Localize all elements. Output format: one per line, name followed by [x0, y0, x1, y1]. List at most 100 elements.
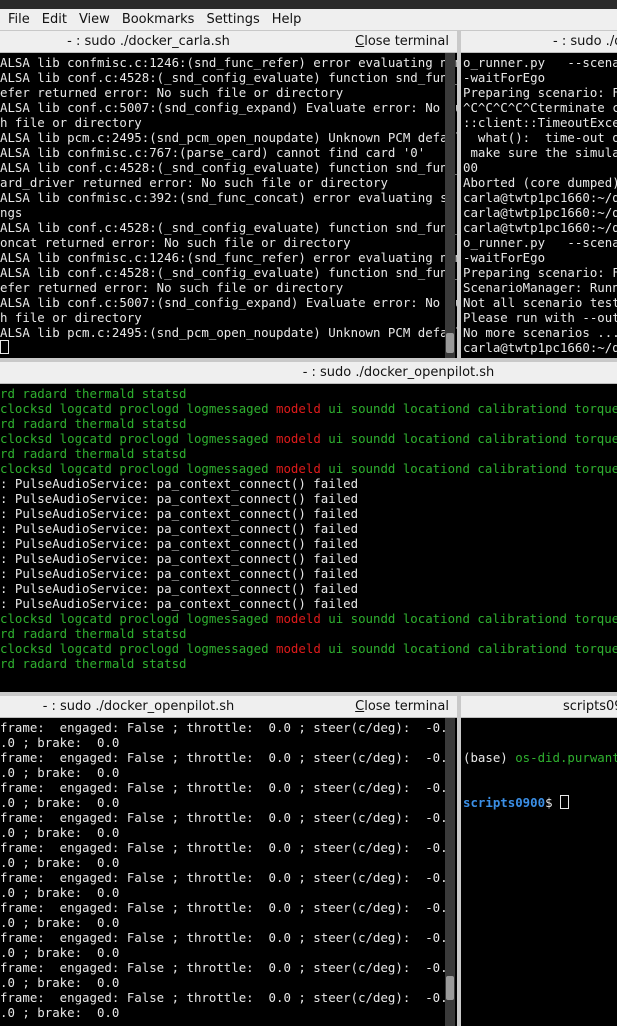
- terminal-line: h file or directory: [0, 310, 457, 325]
- terminal-pane-openpilot-top[interactable]: - : sudo ./docker_openpilot.sh rd radard…: [0, 362, 617, 692]
- terminal-text: ALSA lib conf.c:5007:(snd_config_expand)…: [0, 100, 457, 115]
- terminal-text: frame: engaged: False ; throttle: 0.0 ; …: [0, 870, 457, 885]
- terminal-text: ui soundd locationd calibrationd torqued…: [328, 461, 617, 476]
- scrollbar[interactable]: [445, 53, 455, 358]
- terminal-line: : PulseAudioService: pa_context_connect(…: [0, 581, 617, 596]
- terminal-text: ALSA lib pcm.c:2495:(snd_pcm_open_noupda…: [0, 325, 457, 340]
- text-cursor: [559, 795, 569, 809]
- terminal-text: rd radard thermald statsd: [0, 656, 187, 671]
- terminal-line: : PulseAudioService: pa_context_connect(…: [0, 521, 617, 536]
- terminal-line: .0 ; brake: 0.0: [0, 945, 457, 960]
- terminal-line: o_runner.py --scenar: [463, 235, 617, 250]
- terminal-text: .0 ; brake: 0.0: [0, 945, 120, 960]
- close-terminal-label: lose terminal: [364, 34, 449, 49]
- terminal-output[interactable]: rd radard thermald statsd clocksd logcatd…: [0, 384, 617, 692]
- menu-edit[interactable]: Edit: [36, 9, 73, 30]
- terminal-text: efer returned error: No such file or dir…: [0, 85, 344, 100]
- terminal-text: make sure the simulat: [463, 145, 617, 160]
- terminal-line: .0 ; brake: 0.0: [0, 735, 457, 750]
- terminal-line: .0 ; brake: 0.0: [0, 825, 457, 840]
- menu-bookmarks[interactable]: Bookmarks: [116, 9, 201, 30]
- terminal-output[interactable]: o_runner.py --scenar -waitForEgo Preparing…: [461, 53, 617, 358]
- terminal-text: frame: engaged: False ; throttle: 0.0 ; …: [0, 960, 457, 975]
- terminal-titlebar: - : sudo ./docker_openpilot.sh: [0, 362, 617, 384]
- terminal-text: frame: engaged: False ; throttle: 0.0 ; …: [0, 930, 457, 945]
- terminal-line: o_runner.py --scenar: [463, 55, 617, 70]
- close-terminal-button[interactable]: Close terminal: [355, 31, 449, 52]
- terminal-text: .0 ; brake: 0.0: [0, 855, 120, 870]
- terminal-line: .0 ; brake: 0.0: [0, 975, 457, 990]
- terminal-text: clocksd logcatd proclogd logmessaged: [0, 401, 277, 416]
- terminal-text: ngs: [0, 205, 23, 220]
- terminal-line: clocksd logcatd proclogd logmessaged mod…: [0, 641, 617, 656]
- terminal-pane-carla[interactable]: - : sudo ./docker_carla.sh Close termina…: [0, 31, 457, 358]
- terminal-text: o_runner.py --scenar: [463, 235, 617, 250]
- terminal-line: clocksd logcatd proclogd logmessaged mod…: [0, 431, 617, 446]
- terminal-titlebar: - : sudo ./d: [461, 31, 617, 53]
- terminal-line: efer returned error: No such file or dir…: [0, 280, 457, 295]
- terminal-line: Preparing scenario: Fo: [463, 265, 617, 280]
- terminal-output[interactable]: frame: engaged: False ; throttle: 0.0 ; …: [0, 718, 457, 1026]
- terminal-line: ^C^C^C^C^Cterminate ca: [463, 100, 617, 115]
- terminal-text: clocksd logcatd proclogd logmessaged: [0, 431, 277, 446]
- terminal-line: frame: engaged: False ; throttle: 0.0 ; …: [0, 900, 457, 915]
- terminal-line: oncat returned error: No such file or di…: [0, 235, 457, 250]
- terminal-text: rd radard thermald statsd: [0, 626, 187, 641]
- terminal-text: carla@twtp1pc1660:~/de: [463, 220, 617, 235]
- terminal-line: carla@twtp1pc1660:~/de: [463, 205, 617, 220]
- terminal-line: ALSA lib conf.c:5007:(snd_config_expand)…: [0, 100, 457, 115]
- terminal-line: : PulseAudioService: pa_context_connect(…: [0, 476, 617, 491]
- terminal-text: ui soundd locationd calibrationd torqued…: [328, 641, 617, 656]
- menu-help[interactable]: Help: [266, 9, 308, 30]
- terminal-line: Please run with --outp: [463, 310, 617, 325]
- terminal-line: h file or directory: [0, 115, 457, 130]
- terminal-text: : PulseAudioService: pa_context_connect(…: [0, 566, 359, 581]
- terminal-line: -waitForEgo: [463, 70, 617, 85]
- terminal-text: o_runner.py --scenar: [463, 55, 617, 70]
- menu-file[interactable]: File: [0, 9, 36, 30]
- terminal-text: what(): time-out of: [463, 130, 617, 145]
- terminal-text: Preparing scenario: Fo: [463, 85, 617, 100]
- terminal-text: rd radard thermald statsd: [0, 446, 187, 461]
- terminal-line: -waitForEgo: [463, 250, 617, 265]
- terminal-text: modeld: [276, 431, 321, 446]
- terminal-title: - : sudo ./docker_openpilot.sh: [42, 699, 235, 714]
- terminal-line: frame: engaged: False ; throttle: 0.0 ; …: [0, 720, 457, 735]
- menu-view[interactable]: View: [73, 9, 116, 30]
- terminal-line: frame: engaged: False ; throttle: 0.0 ; …: [0, 840, 457, 855]
- terminal-line: rd radard thermald statsd: [0, 656, 617, 671]
- terminal-text: Please run with --outp: [463, 310, 617, 325]
- terminal-pane-openpilot-bottom[interactable]: - : sudo ./docker_openpilot.sh Close ter…: [0, 696, 457, 1026]
- terminal-output[interactable]: (base) os-did.purwanto scripts0900$: [461, 718, 617, 1026]
- terminal-text: rd radard thermald statsd: [0, 386, 187, 401]
- terminal-line: ALSA lib conf.c:4528:(_snd_config_evalua…: [0, 70, 457, 85]
- terminal-pane-scenario-runner[interactable]: - : sudo ./d o_runner.py --scenar -waitFo…: [461, 31, 617, 358]
- terminal-line: ALSA lib conf.c:4528:(_snd_config_evalua…: [0, 220, 457, 235]
- terminal-output[interactable]: ALSA lib confmisc.c:1246:(snd_func_refer…: [0, 53, 457, 358]
- scrollbar[interactable]: [445, 718, 455, 1026]
- terminal-lines: (base) os-did.purwanto scripts0900$: [463, 720, 617, 840]
- terminal-text: : PulseAudioService: pa_context_connect(…: [0, 536, 359, 551]
- close-terminal-button[interactable]: Close terminal: [355, 696, 449, 717]
- terminal-line: frame: engaged: False ; throttle: 0.0 ; …: [0, 960, 457, 975]
- scrollbar-thumb[interactable]: [446, 976, 454, 1000]
- terminal-text: ALSA lib pcm.c:2495:(snd_pcm_open_noupda…: [0, 130, 457, 145]
- terminal-text: h file or directory: [0, 310, 142, 325]
- terminal-text: ard_driver returned error: No such file …: [0, 175, 388, 190]
- terminal-text: : PulseAudioService: pa_context_connect(…: [0, 521, 359, 536]
- terminal-line: frame: engaged: False ; throttle: 0.0 ; …: [0, 870, 457, 885]
- menu-bar: File Edit View Bookmarks Settings Help: [0, 9, 617, 31]
- terminal-text: .0 ; brake: 0.0: [0, 885, 120, 900]
- terminal-line: ard_driver returned error: No such file …: [0, 175, 457, 190]
- terminal-text: efer returned error: No such file or dir…: [0, 280, 344, 295]
- terminal-text: carla@twtp1pc1660:~/de: [463, 190, 617, 205]
- terminal-pane-scripts[interactable]: scripts09 (base) os-did.purwanto scripts…: [461, 696, 617, 1026]
- terminal-text: ui soundd locationd calibrationd torqued…: [328, 401, 617, 416]
- terminal-text: ALSA lib conf.c:4528:(_snd_config_evalua…: [0, 265, 457, 280]
- terminal-text: .0 ; brake: 0.0: [0, 795, 120, 810]
- terminal-text: frame: engaged: False ; throttle: 0.0 ; …: [0, 900, 457, 915]
- scrollbar-thumb[interactable]: [446, 333, 454, 353]
- terminal-text: carla@twtp1pc1660:~/de: [463, 340, 617, 355]
- menu-settings[interactable]: Settings: [200, 9, 265, 30]
- terminal-text: frame: engaged: False ; throttle: 0.0 ; …: [0, 990, 457, 1005]
